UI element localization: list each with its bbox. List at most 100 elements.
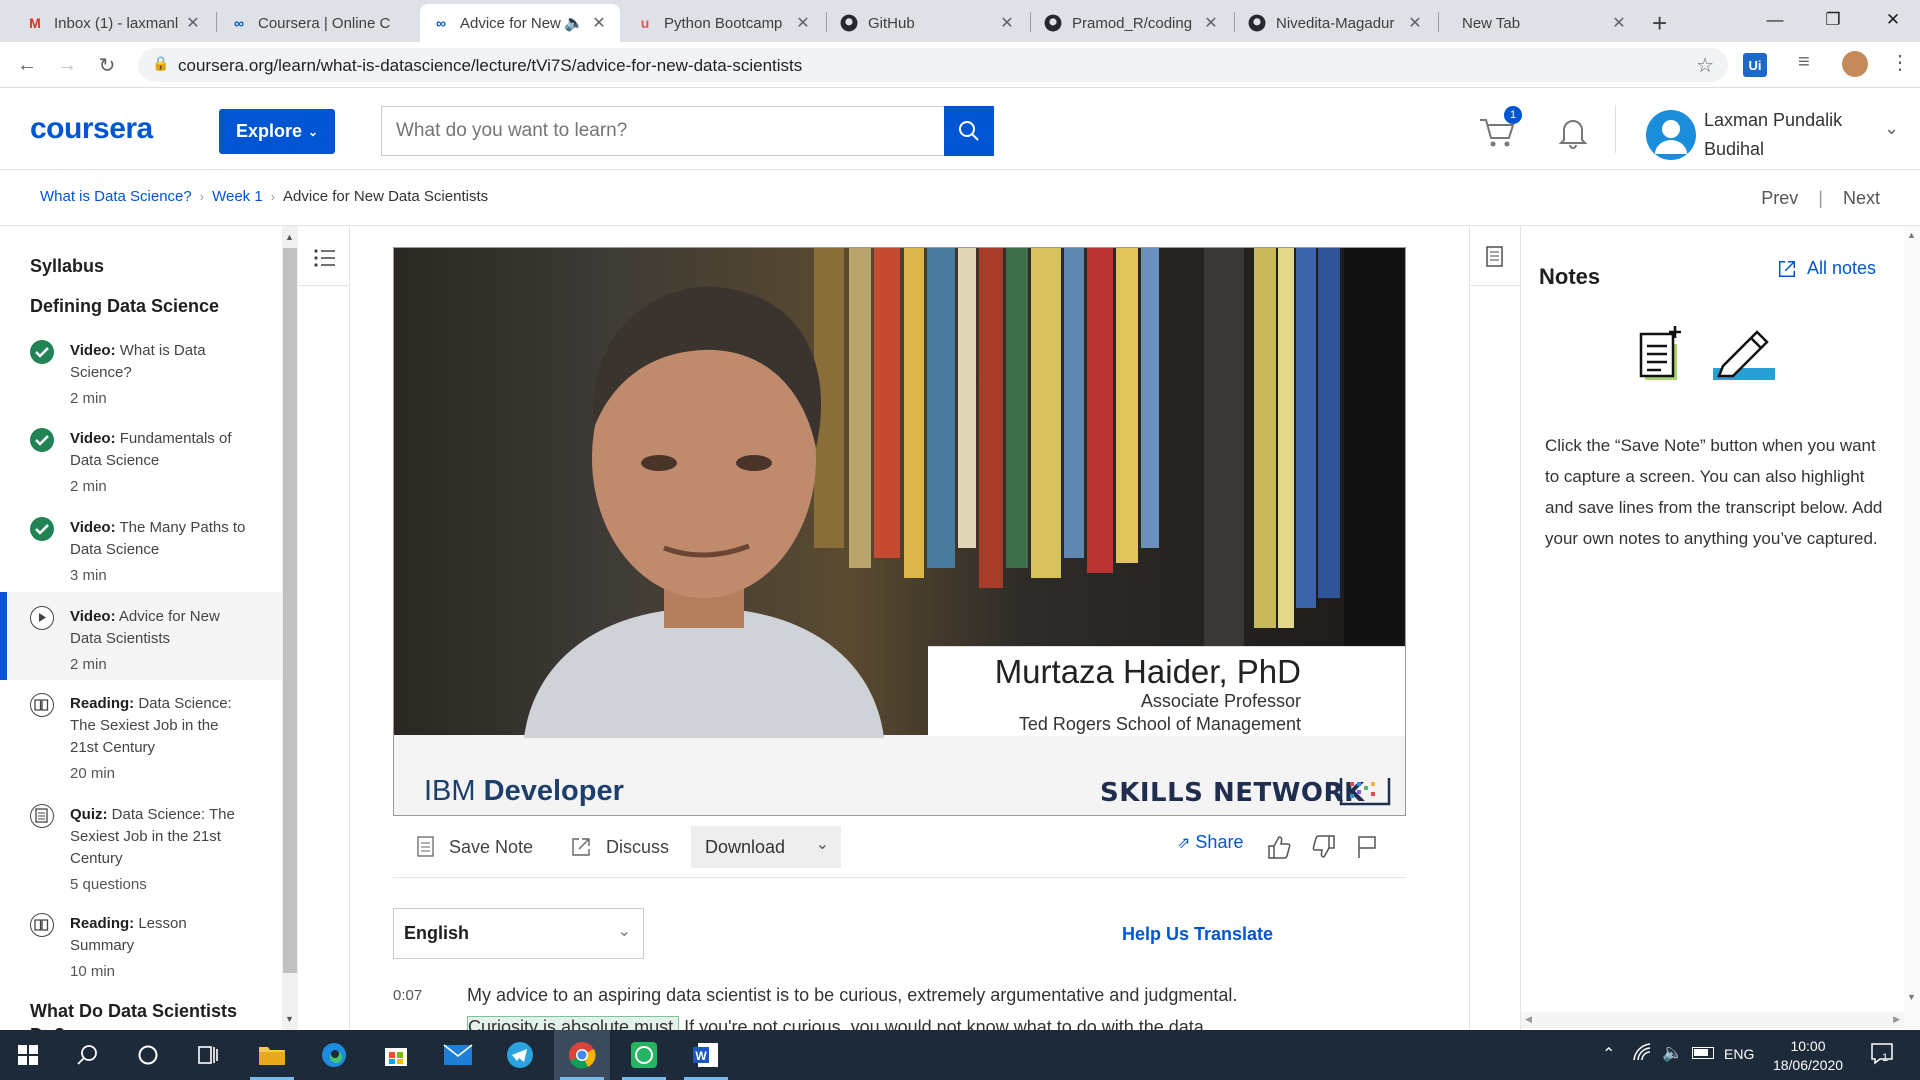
transcript: 0:07 My advice to an aspiring data scien… (393, 985, 1406, 1030)
edge-taskbar[interactable] (306, 1030, 362, 1080)
cart-button[interactable]: 1 (1478, 106, 1522, 152)
chevron-up-icon[interactable]: ⌃ (1602, 1044, 1615, 1064)
menu-icon[interactable]: ⋮ (1890, 50, 1910, 75)
volume-icon[interactable]: 🔈 (1662, 1043, 1683, 1063)
language-select[interactable]: English ⌄ (393, 908, 644, 959)
speaker-icon[interactable]: 🔈 (564, 13, 584, 33)
browser-tab[interactable]: Nivedita-Magadur ✕ (1236, 4, 1436, 42)
like-button[interactable] (1266, 826, 1292, 868)
mail-taskbar[interactable] (430, 1030, 486, 1080)
toc-toggle[interactable] (298, 226, 350, 286)
save-note-button[interactable]: Save Note (417, 826, 533, 868)
coursera-logo[interactable]: coursera (30, 112, 153, 146)
chevron-down-icon[interactable]: ⌄ (1884, 118, 1899, 139)
system-clock[interactable]: 10:00 18/06/2020 (1770, 1037, 1846, 1075)
syllabus-heading: Syllabus (30, 256, 105, 276)
share-button[interactable]: ⇗ Share (1177, 832, 1243, 853)
new-tab-button[interactable]: + (1652, 8, 1667, 39)
syllabus-item[interactable]: Reading: Lesson Summary 10 min (0, 913, 282, 983)
scroll-down-icon[interactable]: ▼ (1907, 992, 1916, 1002)
chrome-taskbar[interactable] (554, 1030, 610, 1080)
explore-button[interactable]: Explore ⌄ (219, 109, 335, 154)
page-scrollbar[interactable]: ▲ ▼ (1904, 226, 1920, 1030)
browser-tab[interactable]: ∞ Coursera | Online C (218, 4, 418, 42)
profile-avatar-icon[interactable] (1842, 51, 1868, 77)
start-button[interactable] (0, 1030, 56, 1080)
close-icon[interactable]: ✕ (1610, 13, 1628, 33)
scroll-left-icon[interactable]: ◀ (1525, 1014, 1532, 1025)
star-icon[interactable]: ☆ (1696, 53, 1714, 78)
browser-tab[interactable]: u Python Bootcamp ✕ (624, 4, 824, 42)
notification-center-icon[interactable]: 1 (1870, 1042, 1896, 1071)
scroll-right-icon[interactable]: ▶ (1893, 1014, 1900, 1025)
syllabus-item[interactable]: Video: What is Data Science? 2 min (0, 340, 282, 410)
video-player[interactable]: Murtaza Haider, PhD Associate Professor … (393, 247, 1406, 816)
close-icon[interactable]: ✕ (184, 13, 202, 33)
address-bar[interactable]: 🔒 coursera.org/learn/what-is-datascience… (138, 48, 1728, 82)
search-taskbar-button[interactable] (60, 1030, 116, 1080)
tab-title: Advice for New (460, 14, 561, 32)
scroll-up-icon[interactable]: ▲ (1907, 230, 1916, 240)
notes-toggle[interactable] (1470, 226, 1521, 286)
browser-tab[interactable]: Pramod_R/coding ✕ (1032, 4, 1232, 42)
transcript-line[interactable]: My advice to an aspiring data scientist … (467, 985, 1237, 1006)
search-button[interactable] (944, 106, 994, 156)
file-explorer-taskbar[interactable] (244, 1030, 300, 1080)
browser-tab[interactable]: New Tab ✕ (1440, 4, 1640, 42)
notifications-button[interactable] (1556, 115, 1590, 149)
uipath-extension-icon[interactable]: Ui (1743, 53, 1767, 77)
syllabus-item[interactable]: Reading: Data Science: The Sexiest Job i… (0, 693, 282, 783)
close-icon[interactable]: ✕ (998, 13, 1016, 33)
notes-horizontal-scrollbar[interactable]: ◀ ▶ (1521, 1012, 1904, 1028)
help-translate-link[interactable]: Help Us Translate (1122, 924, 1273, 945)
battery-icon[interactable] (1692, 1047, 1714, 1059)
avatar[interactable] (1646, 110, 1696, 160)
section-heading[interactable]: What Do Data Scientists Do? (30, 999, 260, 1030)
discuss-button[interactable]: Discuss (570, 826, 669, 868)
report-button[interactable] (1356, 826, 1378, 868)
cortana-button[interactable] (120, 1030, 176, 1080)
close-icon[interactable]: ✕ (1202, 13, 1220, 33)
transcript-timestamp[interactable]: 0:07 (393, 987, 422, 1004)
syllabus-item[interactable]: Video: The Many Paths to Data Science 3 … (0, 517, 282, 587)
media-control-icon[interactable]: ≡ (1798, 51, 1810, 74)
transcript-line[interactable]: Curiosity is absolute must. If you're no… (467, 1016, 1209, 1030)
browser-tab[interactable]: M Inbox (1) - laxmanl ✕ (14, 4, 214, 42)
scroll-up-icon[interactable]: ▲ (285, 232, 294, 242)
prev-button[interactable]: Prev (1761, 188, 1798, 209)
section-heading[interactable]: Defining Data Science (30, 296, 219, 317)
breadcrumb-link-week[interactable]: Week 1 (212, 188, 263, 205)
dislike-button[interactable] (1311, 826, 1337, 868)
syllabus-item[interactable]: Quiz: Data Science: The Sexiest Job in t… (0, 804, 282, 894)
transcript-highlight[interactable]: Curiosity is absolute must. (467, 1016, 680, 1030)
search-input[interactable] (381, 106, 945, 156)
scrollbar-thumb[interactable] (283, 248, 297, 973)
close-icon[interactable]: ✕ (1406, 13, 1424, 33)
all-notes-link[interactable]: All notes (1777, 258, 1876, 279)
browser-tab[interactable]: GitHub ✕ (828, 4, 1028, 42)
word-taskbar[interactable]: W (678, 1030, 734, 1080)
forward-icon[interactable]: → (52, 50, 82, 80)
download-dropdown[interactable]: Download ⌄ (691, 826, 841, 868)
back-icon[interactable]: ← (12, 50, 42, 80)
store-taskbar[interactable] (368, 1030, 424, 1080)
close-icon[interactable]: ✕ (590, 13, 608, 33)
maximize-icon[interactable]: ❐ (1810, 0, 1856, 40)
breadcrumb-link-course[interactable]: What is Data Science? (40, 188, 192, 205)
user-name[interactable]: Laxman Pundalik Budihal (1704, 106, 1874, 164)
telegram-taskbar[interactable] (492, 1030, 548, 1080)
browser-tab-active[interactable]: ∞ Advice for New 🔈 ✕ (420, 4, 620, 42)
scroll-down-icon[interactable]: ▼ (285, 1014, 294, 1024)
note-icon (417, 836, 434, 857)
task-view-button[interactable] (180, 1030, 236, 1080)
syllabus-item-current[interactable]: Video: Advice for New Data Scientists 2 … (0, 592, 282, 680)
close-icon[interactable]: ✕ (794, 13, 812, 33)
minimize-icon[interactable]: — (1752, 0, 1798, 40)
whatsapp-taskbar[interactable] (616, 1030, 672, 1080)
reload-icon[interactable]: ↻ (92, 50, 122, 80)
next-button[interactable]: Next (1843, 188, 1880, 209)
window-close-icon[interactable]: ✕ (1870, 0, 1916, 40)
wifi-icon[interactable] (1632, 1042, 1654, 1069)
syllabus-item[interactable]: Video: Fundamentals of Data Science 2 mi… (0, 428, 282, 498)
input-language[interactable]: ENG (1724, 1046, 1754, 1062)
